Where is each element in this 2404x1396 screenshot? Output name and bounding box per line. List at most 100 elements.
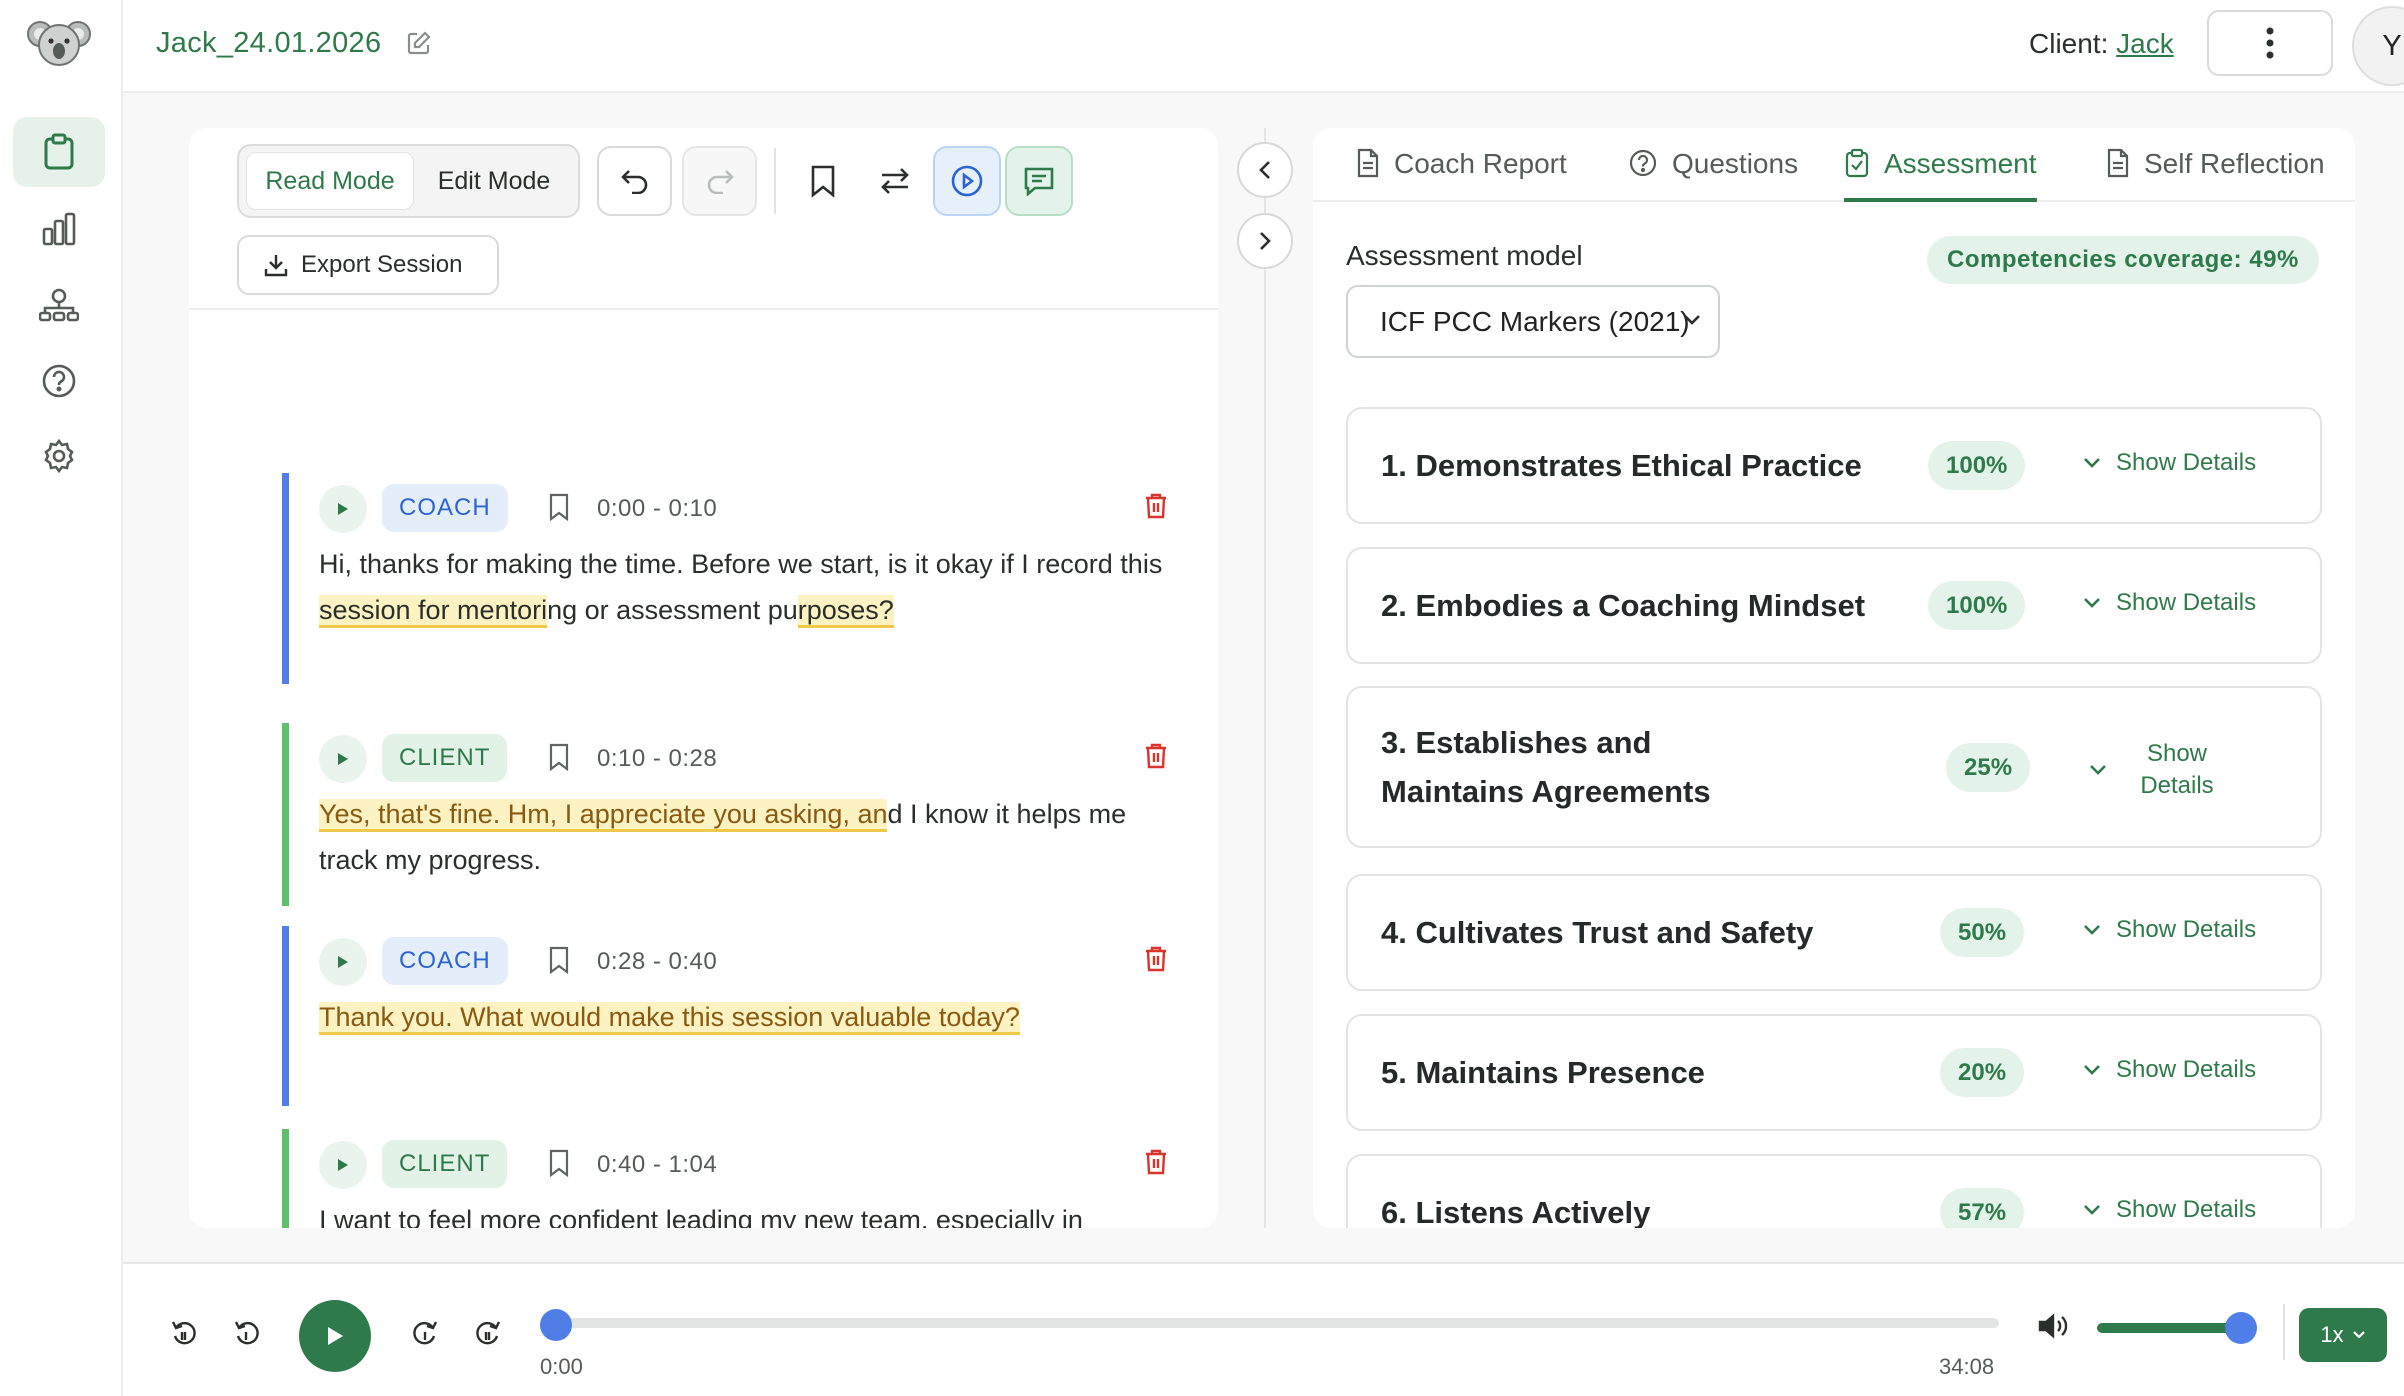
segment-play-button[interactable] [319, 1141, 367, 1189]
competency-card[interactable]: 5. Maintains Presence 20% Show Details [1346, 1014, 2322, 1131]
tab-questions[interactable]: Questions [1628, 146, 1798, 202]
show-details-button[interactable]: Show Details [2088, 738, 2232, 802]
rewind-10-button[interactable] [226, 1312, 268, 1354]
player-divider [2283, 1304, 2285, 1360]
competency-card[interactable]: 6. Listens Actively 57% Show Details [1346, 1154, 2322, 1228]
segment-bookmark-icon[interactable] [548, 946, 570, 974]
competency-percent: 20% [1940, 1048, 2025, 1097]
delete-segment-icon[interactable] [1144, 945, 1168, 973]
undo-button[interactable] [597, 146, 672, 216]
collapse-right-button[interactable] [1237, 213, 1293, 269]
competency-card[interactable]: 3. Establishes and Maintains Agreements … [1346, 686, 2322, 848]
segment-time: 0:28 - 0:40 [597, 948, 718, 975]
client-prefix: Client: [2029, 28, 2109, 59]
progress-track[interactable] [555, 1318, 1999, 1328]
sync-playback-button[interactable] [933, 146, 1001, 216]
speaker-badge[interactable]: COACH [382, 484, 508, 532]
volume-track[interactable] [2097, 1323, 2237, 1333]
rewind-30-button[interactable] [163, 1312, 205, 1354]
show-details-button[interactable]: Show Details [2082, 1056, 2256, 1084]
client-info: Client: Jack [2029, 28, 2174, 60]
highlight[interactable]: rposes? [797, 595, 894, 628]
delete-segment-icon[interactable] [1144, 1148, 1168, 1176]
session-title: Jack_24.01.2026 [156, 27, 382, 59]
user-avatar[interactable]: Y [2352, 6, 2404, 86]
read-mode-button[interactable]: Read Mode [246, 152, 414, 210]
nav-help[interactable] [13, 346, 105, 416]
tab-coach-report[interactable]: Coach Report [1356, 146, 1567, 202]
forward-30-button[interactable] [467, 1312, 509, 1354]
client-bar [282, 723, 289, 906]
competency-card[interactable]: 2. Embodies a Coaching Mindset 100% Show… [1346, 547, 2322, 664]
competency-card[interactable]: 1. Demonstrates Ethical Practice 100% Sh… [1346, 407, 2322, 524]
competency-card[interactable]: 4. Cultivates Trust and Safety 50% Show … [1346, 874, 2322, 991]
coverage-badge: Competencies coverage: 49% [1927, 236, 2319, 284]
progress-thumb[interactable] [540, 1309, 572, 1341]
nav-clients[interactable] [13, 270, 105, 340]
client-link[interactable]: Jack [2116, 28, 2174, 59]
chevron-down-icon [2082, 1203, 2102, 1217]
koala-logo-icon[interactable] [27, 17, 91, 69]
speaker-badge[interactable]: CLIENT [382, 734, 508, 782]
coach-bar [282, 926, 289, 1106]
speaker-badge[interactable]: CLIENT [382, 1140, 508, 1188]
swap-speakers-button[interactable] [863, 146, 927, 216]
chevron-down-icon [2082, 596, 2102, 610]
segment-play-button[interactable] [319, 735, 367, 783]
competency-title: 5. Maintains Presence [1381, 1055, 1705, 1090]
transcript-segment: CLIENT 0:10 - 0:28 Yes, that's fine. Hm,… [282, 723, 1166, 906]
sidebar [0, 0, 123, 1396]
assessment-model-label: Assessment model [1346, 240, 1583, 271]
transcript-segment: COACH 0:28 - 0:40 Thank you. What would … [282, 926, 1166, 1106]
transcript-panel: Read Mode Edit Mode Export Session COACH… [189, 128, 1218, 1228]
segment-play-button[interactable] [319, 485, 367, 533]
segment-play-button[interactable] [319, 938, 367, 986]
highlight[interactable]: Yes, that's fine. Hm, I appreciate you a… [319, 799, 888, 832]
segment-bookmark-icon[interactable] [548, 493, 570, 521]
bookmark-button[interactable] [791, 146, 855, 216]
playback-speed-select[interactable]: 1x [2299, 1308, 2387, 1362]
competency-percent: 57% [1940, 1188, 2025, 1228]
segment-time: 0:10 - 0:28 [597, 745, 718, 772]
segment-bookmark-icon[interactable] [548, 743, 570, 771]
volume-icon[interactable] [2037, 1312, 2069, 1340]
chevron-right-icon [1258, 230, 1272, 252]
edit-title-icon[interactable] [406, 30, 432, 56]
play-icon [337, 955, 349, 969]
collapse-left-button[interactable] [1237, 142, 1293, 198]
speaker-badge[interactable]: COACH [382, 937, 508, 985]
more-menu-button[interactable] [2207, 10, 2333, 76]
segment-bookmark-icon[interactable] [548, 1149, 570, 1177]
nav-sessions[interactable] [13, 117, 105, 187]
model-select-value: ICF PCC Markers (2021) [1380, 305, 1690, 337]
play-circle-icon [950, 164, 984, 198]
comments-button[interactable] [1005, 146, 1073, 216]
show-details-button[interactable]: Show Details [2082, 1196, 2256, 1224]
delete-segment-icon[interactable] [1144, 742, 1168, 770]
tab-assessment[interactable]: Assessment [1844, 146, 2037, 202]
top-bar: Jack_24.01.2026 Client: Jack Y [123, 0, 2404, 93]
show-details-button[interactable]: Show Details [2082, 589, 2256, 617]
play-button[interactable] [299, 1300, 371, 1372]
panel-splitter[interactable] [1264, 128, 1266, 1228]
redo-button[interactable] [682, 146, 757, 216]
rewind-icon [233, 1318, 261, 1348]
play-icon [337, 1158, 349, 1172]
delete-segment-icon[interactable] [1144, 492, 1168, 520]
team-icon [39, 288, 79, 322]
highlight[interactable]: Thank you. What would make this session … [319, 1002, 1020, 1035]
volume-thumb[interactable] [2225, 1312, 2257, 1344]
forward-icon [411, 1318, 439, 1348]
nav-settings[interactable] [13, 421, 105, 491]
nav-analytics[interactable] [13, 194, 105, 264]
assessment-model-select[interactable]: ICF PCC Markers (2021) [1346, 285, 1720, 358]
export-session-button[interactable]: Export Session [237, 235, 499, 295]
tab-self-reflection[interactable]: Self Reflection [2106, 146, 2325, 202]
highlight[interactable]: session for mentori [319, 595, 548, 628]
edit-mode-button[interactable]: Edit Mode [419, 152, 569, 210]
forward-10-button[interactable] [404, 1312, 446, 1354]
show-details-button[interactable]: Show Details [2082, 449, 2256, 477]
show-details-button[interactable]: Show Details [2082, 916, 2256, 944]
undo-icon [620, 168, 650, 194]
client-bar [282, 1129, 289, 1228]
